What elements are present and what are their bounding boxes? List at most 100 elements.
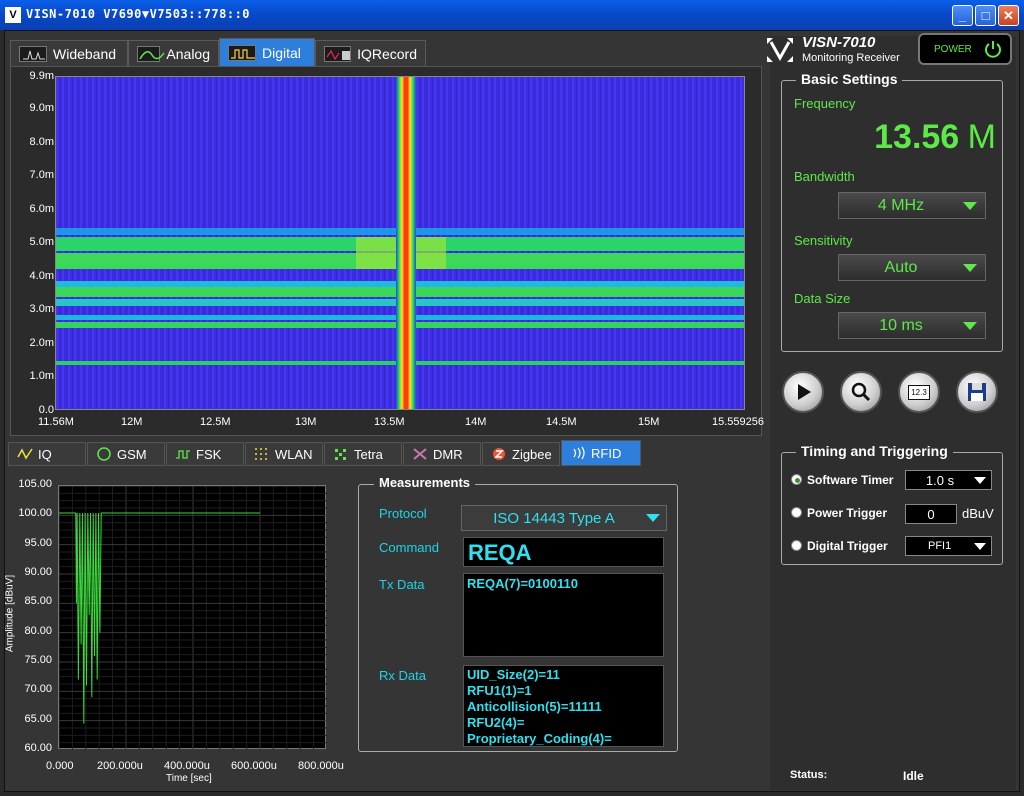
digital-trigger-dropdown[interactable]: PFI1 [905,536,992,556]
chevron-down-icon [963,263,977,272]
close-button[interactable]: ✕ [998,5,1019,26]
waterfall-y-tick: 3.0m [29,303,54,315]
app-icon: V [5,7,21,23]
digital-icon [228,44,256,61]
gsm-icon [96,447,112,461]
play-button[interactable] [782,371,824,413]
datasize-dropdown[interactable]: 10 ms [838,312,986,339]
protocol-dropdown[interactable]: ISO 14443 Type A [461,505,667,531]
tab-wideband-label: Wideband [53,45,117,62]
amplitude-chart[interactable] [58,485,328,751]
amplitude-y-tick: 90.00 [24,566,52,578]
protocol-label: Protocol [379,506,427,521]
tab-iqrecord[interactable]: IQRecord [315,40,426,66]
counter-icon: 12.3 [908,384,930,400]
tab-fsk[interactable]: FSK [166,442,244,466]
power-label: POWER [934,43,972,55]
rx-line: RFU1(1)=1 [467,683,532,698]
digital-trigger-label: Digital Trigger [807,539,888,553]
amplitude-y-tick: 65.00 [24,712,52,725]
zigbee-icon [491,447,507,461]
waterfall-y-tick: 4.0m [29,270,54,282]
power-trigger-radio[interactable] [791,507,802,518]
bandwidth-dropdown[interactable]: 4 MHz [838,192,986,219]
save-button[interactable] [956,371,998,413]
power-trigger-input[interactable]: 0 [905,504,957,524]
tab-zigbee[interactable]: Zigbee [482,442,560,466]
bandwidth-label: Bandwidth [794,169,855,184]
chevron-down-icon [646,514,660,522]
tab-tetra[interactable]: Tetra [324,442,402,466]
digital-trigger-radio[interactable] [791,540,802,551]
waterfall-x-tick: 13.5M [374,416,405,428]
bandwidth-value: 4 MHz [877,196,925,214]
brand-subtitle: Monitoring Receiver [802,52,900,64]
waterfall-y-tick: 6.0m [29,203,54,215]
tab-dmr[interactable]: DMR [403,442,481,466]
command-label: Command [379,540,439,555]
tx-data-display: REQA(7)=0100110 [463,573,664,657]
tab-wlan-label: WLAN [275,446,313,462]
tab-tetra-label: Tetra [354,446,383,462]
waterfall-y-tick: 5.0m [29,236,54,248]
chevron-down-icon [963,321,977,330]
amplitude-y-tick: 60.00 [24,742,52,754]
power-trigger-label: Power Trigger [807,506,888,520]
command-display: REQA [463,537,664,567]
tab-iq[interactable]: IQ [8,442,86,466]
rx-line: UID_Size(2)=11 [467,667,560,682]
waterfall-y-tick: 7.0m [29,169,54,181]
tab-wlan[interactable]: WLAN [245,442,323,466]
software-timer-dropdown[interactable]: 1.0 s [905,470,992,490]
power-button[interactable]: POWER [918,33,1012,65]
window-title: VISN-7010 V7690▼V7503::778::0 [26,7,251,21]
software-timer-label: Software Timer [807,473,894,487]
logo-icon [767,38,793,62]
rx-line: Proprietary_Coding(4)= [467,731,612,746]
waterfall-x-tick: 13M [295,416,317,428]
analog-icon [137,45,165,62]
tab-zigbee-label: Zigbee [512,446,552,462]
dmr-icon [412,447,428,461]
waterfall-image [56,77,744,409]
tab-wideband[interactable]: Wideband [10,40,128,66]
amplitude-y-tick: 85.00 [24,595,52,608]
tab-rfid[interactable]: RFID [561,440,641,466]
frequency-value: 13.56 [874,118,960,156]
counter-button[interactable]: 12.3 [898,371,940,413]
brand-name: VISN-7010 [802,34,876,51]
counter-icon-text: 12.3 [911,387,927,397]
magnifier-icon [851,382,871,402]
software-timer-radio[interactable] [791,474,802,485]
minimize-button[interactable]: _ [952,5,973,26]
amplitude-y-tick: 100.00 [18,507,52,520]
sensitivity-label: Sensitivity [794,233,853,248]
frequency-label: Frequency [794,96,856,111]
waterfall-y-tick: 8.0m [29,136,54,148]
search-button[interactable] [840,371,882,413]
waterfall-display[interactable] [55,76,745,410]
tab-gsm-label: GSM [117,446,147,462]
tab-digital[interactable]: Digital [219,38,315,66]
amplitude-plot [58,485,328,751]
datasize-value: 10 ms [879,316,923,334]
tab-gsm[interactable]: GSM [87,442,165,466]
save-icon [968,383,986,401]
waterfall-x-tick: 12M [121,416,143,428]
software-timer-value: 1.0 s [925,472,955,488]
frequency-display[interactable]: 13.56 M [830,118,996,157]
waterfall-x-tick: 14M [465,416,487,428]
tab-analog-label: Analog [166,45,210,62]
timing-title: Timing and Triggering [796,443,953,459]
rx-data-label: Rx Data [379,668,426,683]
chevron-down-icon [974,476,986,484]
tx-data-label: Tx Data [379,577,425,592]
maximize-button[interactable]: □ [975,5,996,26]
tab-analog[interactable]: Analog [128,40,219,66]
sensitivity-dropdown[interactable]: Auto [838,254,986,281]
amplitude-y-tick: 95.00 [24,536,52,549]
status-label: Status: [790,769,828,781]
basic-settings-title: Basic Settings [796,71,903,87]
amplitude-x-tick: 200.000u [97,760,143,772]
waterfall-x-tick: 12.5M [200,416,231,428]
